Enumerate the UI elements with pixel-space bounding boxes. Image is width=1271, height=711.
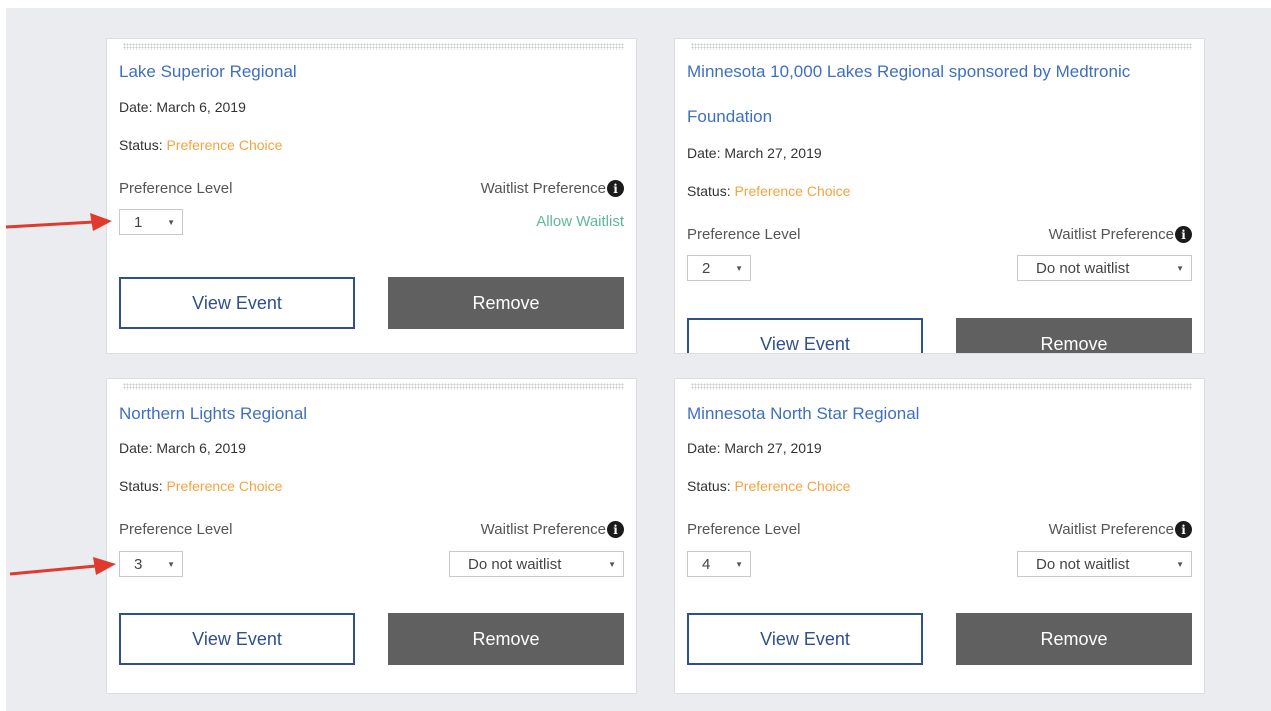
view-event-button[interactable]: View Event [687, 318, 923, 353]
event-card: Minnesota North Star Regional Date: Marc… [674, 378, 1205, 694]
remove-button[interactable]: Remove [388, 613, 624, 665]
waitlist-preference-label: Waitlist Preference i [481, 521, 624, 538]
preference-level-select[interactable]: 2 ▼ [687, 255, 751, 281]
event-date: Date: March 27, 2019 [687, 145, 822, 161]
preference-level-label: Preference Level [119, 180, 233, 197]
preference-level-label: Preference Level [687, 521, 801, 538]
drag-handle[interactable] [691, 383, 1192, 390]
remove-button[interactable]: Remove [956, 613, 1192, 665]
dropdown-arrow-icon: ▼ [735, 263, 743, 273]
annotation-arrow-icon [5, 213, 112, 231]
event-date: Date: March 27, 2019 [687, 440, 822, 456]
status-value: Preference Choice [734, 478, 851, 494]
info-icon[interactable]: i [1175, 521, 1192, 538]
event-status: Status: Preference Choice [119, 478, 283, 494]
waitlist-preference-label: Waitlist Preference i [481, 180, 624, 197]
view-event-button[interactable]: View Event [119, 613, 355, 665]
preference-level-label: Preference Level [119, 521, 233, 538]
event-status: Status: Preference Choice [687, 478, 851, 494]
preference-level-select[interactable]: 3 ▼ [119, 551, 183, 577]
info-icon[interactable]: i [607, 180, 624, 197]
dropdown-arrow-icon: ▼ [167, 559, 175, 569]
event-title-link[interactable]: Minnesota North Star Regional [687, 391, 1192, 436]
event-date: Date: March 6, 2019 [119, 99, 246, 115]
event-title-link[interactable]: Minnesota 10,000 Lakes Regional sponsore… [687, 49, 1192, 139]
view-event-button[interactable]: View Event [687, 613, 923, 665]
event-title-link[interactable]: Lake Superior Regional [119, 49, 624, 94]
status-value: Preference Choice [734, 183, 851, 199]
view-event-button[interactable]: View Event [119, 277, 355, 329]
event-card: Northern Lights Regional Date: March 6, … [106, 378, 637, 694]
waitlist-select[interactable]: Do not waitlist ▼ [1017, 551, 1192, 577]
dropdown-arrow-icon: ▼ [1176, 559, 1184, 569]
waitlist-status-text: Allow Waitlist [536, 213, 624, 230]
remove-button[interactable]: Remove [956, 318, 1192, 353]
waitlist-preference-label: Waitlist Preference i [1049, 521, 1192, 538]
drag-handle[interactable] [123, 383, 624, 390]
dropdown-arrow-icon: ▼ [608, 559, 616, 569]
waitlist-select[interactable]: Do not waitlist ▼ [1017, 255, 1192, 281]
status-value: Preference Choice [166, 478, 283, 494]
event-title-link[interactable]: Northern Lights Regional [119, 391, 624, 436]
event-date: Date: March 6, 2019 [119, 440, 246, 456]
event-status: Status: Preference Choice [687, 183, 851, 199]
preference-level-label: Preference Level [687, 226, 801, 243]
dropdown-arrow-icon: ▼ [1176, 263, 1184, 273]
dropdown-arrow-icon: ▼ [735, 559, 743, 569]
event-status: Status: Preference Choice [119, 137, 283, 153]
event-card: Lake Superior Regional Date: March 6, 20… [106, 38, 637, 354]
preference-level-select[interactable]: 4 ▼ [687, 551, 751, 577]
event-card: Minnesota 10,000 Lakes Regional sponsore… [674, 38, 1205, 354]
status-value: Preference Choice [166, 137, 283, 153]
info-icon[interactable]: i [607, 521, 624, 538]
annotation-arrow-icon [9, 557, 116, 576]
info-icon[interactable]: i [1175, 226, 1192, 243]
waitlist-select[interactable]: Do not waitlist ▼ [449, 551, 624, 577]
dropdown-arrow-icon: ▼ [167, 217, 175, 227]
preference-level-select[interactable]: 1 ▼ [119, 209, 183, 235]
remove-button[interactable]: Remove [388, 277, 624, 329]
waitlist-preference-label: Waitlist Preference i [1049, 226, 1192, 243]
